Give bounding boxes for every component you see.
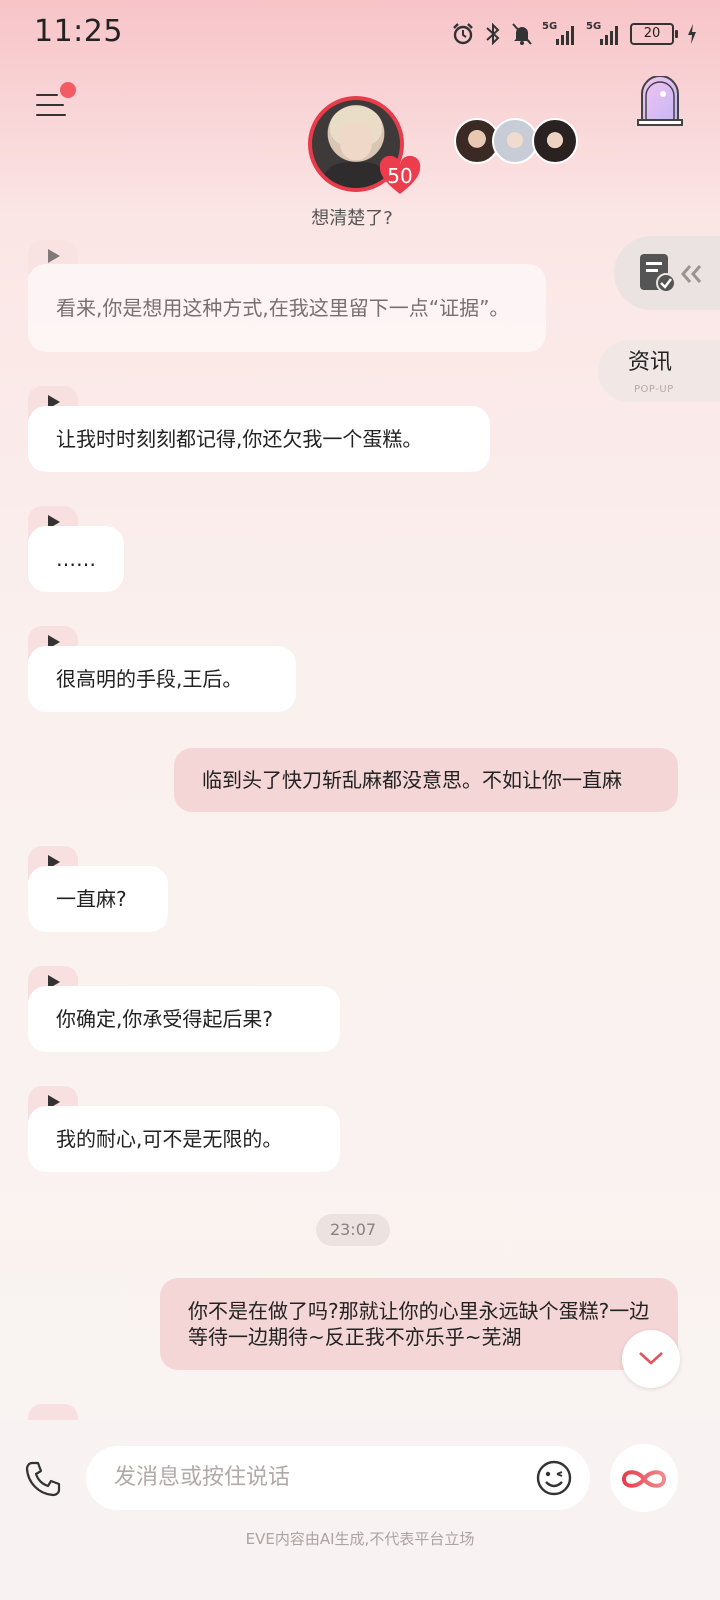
alarm-icon — [453, 23, 473, 45]
message-input[interactable]: 发消息或按住说话 — [86, 1446, 590, 1510]
message-bubble: …… — [28, 526, 124, 592]
news-popup-button[interactable]: 资讯 POP-UP — [598, 340, 720, 402]
status-icons: 5G 5G 20 — [450, 18, 698, 50]
window-room-button[interactable] — [636, 75, 684, 128]
wink-emoji-icon — [536, 1460, 572, 1496]
mood-text: 想清楚了? — [311, 208, 393, 229]
bell-muted-icon — [512, 23, 532, 45]
message-bubble: 一直麻? — [28, 866, 168, 932]
message-bubble: 我的耐心,可不是无限的。 — [28, 1106, 340, 1172]
signal-bars-icon — [556, 26, 574, 45]
bluetooth-icon — [486, 22, 500, 46]
window-icon — [637, 75, 683, 126]
task-clipboard-button[interactable] — [614, 236, 720, 310]
timestamp-chip: 23:07 — [316, 1214, 390, 1246]
signal-bars-icon — [600, 26, 618, 45]
emoji-button[interactable] — [536, 1460, 572, 1496]
signal-indicator-2: 5G — [586, 21, 622, 47]
ai-disclaimer: EVE内容由AI生成,不代表平台立场 — [245, 1530, 475, 1548]
scroll-to-bottom-button[interactable] — [622, 1330, 680, 1388]
notification-dot — [60, 82, 76, 98]
infinity-icon — [621, 1470, 667, 1488]
battery-indicator: 20 — [630, 23, 678, 45]
clipboard-check-icon — [640, 254, 676, 293]
message-user: 你不是在做了吗?那就让你的心里永远缺个蛋糕?一边等待一边期待~反正我不亦乐乎~芜… — [160, 1278, 678, 1370]
charging-icon — [688, 24, 696, 44]
play-icon — [48, 249, 60, 263]
signal-indicator-1: 5G — [542, 21, 578, 47]
status-time: 11:25 — [34, 14, 123, 49]
status-bar: 11:25 5G 5G 20 — [0, 0, 720, 70]
double-chevron-left-icon — [681, 265, 702, 283]
mini-avatar-3[interactable] — [532, 118, 578, 164]
phone-icon — [25, 1461, 61, 1497]
message-user: 临到头了快刀斩乱麻都没意思。不如让你一直麻 — [174, 748, 678, 812]
news-sublabel: POP-UP — [634, 384, 674, 395]
news-label: 资讯 — [628, 350, 673, 375]
affection-level-badge: 50 — [378, 156, 422, 196]
voice-play-button-partial[interactable] — [28, 1404, 78, 1420]
message-bubble: 让我时时刻刻都记得,你还欠我一个蛋糕。 — [28, 406, 490, 472]
message-bubble: 你确定,你承受得起后果? — [28, 986, 340, 1052]
voice-call-button[interactable] — [24, 1460, 62, 1498]
message-bubble: 看来,你是想用这种方式,在我这里留下一点“证据”。 — [28, 264, 546, 352]
level-value: 50 — [387, 164, 413, 188]
ai-feature-button[interactable] — [610, 1444, 678, 1512]
chevron-down-icon — [639, 1352, 663, 1365]
message-bubble: 很高明的手段,王后。 — [28, 646, 296, 712]
